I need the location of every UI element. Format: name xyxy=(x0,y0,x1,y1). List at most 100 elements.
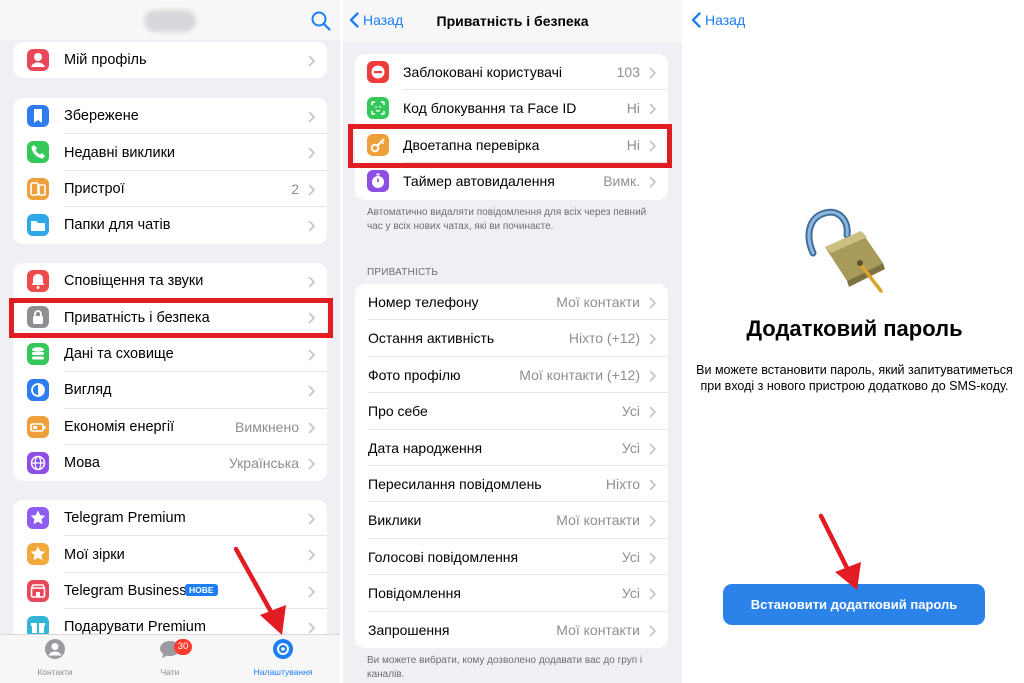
settings-row-phone[interactable]: Недавні виклики xyxy=(13,134,327,171)
chats-badge: 30 xyxy=(174,639,192,655)
faceid-icon xyxy=(367,97,389,120)
privacy-row[interactable]: Фото профілю Мої контакти (+12) xyxy=(355,357,668,394)
settings-row-bell[interactable]: Сповіщення та звуки xyxy=(13,263,327,300)
preferences-group: Сповіщення та звуки Приватність і безпека… xyxy=(13,263,327,482)
row-label: Мої зірки xyxy=(64,546,125,563)
settings-row-appearance[interactable]: Вигляд xyxy=(13,372,327,409)
bookmark-icon xyxy=(27,105,49,127)
chevron-right-icon xyxy=(649,405,657,418)
settings-row-battery[interactable]: Економія енергії Вимкнено xyxy=(13,409,327,445)
contacts-icon xyxy=(45,639,65,659)
timer-icon xyxy=(367,170,389,193)
privacy-row[interactable]: Дата народження Усі xyxy=(355,430,668,466)
row-label: Голосові повідомлення xyxy=(368,548,519,565)
row-label: Подарувати Premium xyxy=(64,619,206,636)
privacy-note: Ви можете вибрати, кому дозволено додава… xyxy=(367,655,643,680)
settings-panel: Мій профіль Збережене Недавні виклики Прис… xyxy=(0,0,340,683)
row-value: Ніхто xyxy=(605,475,640,492)
privacy-row[interactable]: Повідомлення Усі xyxy=(355,575,668,612)
row-value: Усі xyxy=(621,439,640,456)
page-title: Приватність і безпека xyxy=(436,13,589,29)
bell-icon xyxy=(27,270,49,292)
row-label: Економія енергії xyxy=(64,418,175,435)
settings-row-devices[interactable]: Пристрої 2 xyxy=(13,171,327,208)
battery-icon xyxy=(27,415,49,438)
row-value: 103 xyxy=(616,64,640,80)
row-value: Українська xyxy=(228,455,299,472)
row-value: 2 xyxy=(291,180,299,197)
row-label: Повідомлення xyxy=(368,585,461,602)
privacy-section-header: ПРИВАТНІСТЬ xyxy=(367,267,439,278)
star-icon xyxy=(27,543,49,566)
tab-contacts[interactable]: Контакти xyxy=(15,638,95,677)
row-label: Дані та сховище xyxy=(64,345,174,362)
appearance-icon xyxy=(27,379,49,402)
row-label: Фото профілю xyxy=(368,366,461,383)
row-value: Мої контакти xyxy=(556,621,640,638)
privacy-panel: Назад Приватність і безпека Заблоковані … xyxy=(343,0,682,683)
chevron-right-icon xyxy=(308,548,316,561)
chevron-right-icon xyxy=(308,146,316,159)
chevron-right-icon xyxy=(649,551,657,564)
row-label: Виклики xyxy=(368,512,422,529)
password-panel: Назад Додатковий пароль Ви можете встано… xyxy=(685,0,1024,683)
business-icon xyxy=(27,579,49,602)
privacy-row[interactable]: Пересилання повідомлень Ніхто xyxy=(355,466,668,503)
row-value: Вимк. xyxy=(603,173,640,190)
chevron-right-icon xyxy=(649,478,657,491)
row-label: Таймер автовидалення xyxy=(403,173,555,190)
chevron-right-icon xyxy=(649,587,657,600)
settings-row-database[interactable]: Дані та сховище xyxy=(13,336,327,373)
chevron-right-icon xyxy=(649,442,657,454)
page-title: Додатковий пароль xyxy=(746,316,963,341)
chevron-right-icon xyxy=(308,512,316,525)
privacy-row[interactable]: Запрошення Мої контакти xyxy=(355,612,668,648)
chevron-right-icon xyxy=(649,624,657,636)
settings-row-globe[interactable]: Мова Українська xyxy=(13,445,327,481)
row-label: Telegram Business xyxy=(64,582,187,599)
chevron-right-icon xyxy=(308,421,316,433)
search-icon[interactable] xyxy=(310,10,332,32)
row-value: Усі xyxy=(621,403,640,420)
row-value: Мої контакти xyxy=(556,512,640,529)
person-icon xyxy=(27,49,49,71)
chevron-right-icon xyxy=(649,369,657,382)
row-label: Мій профіль xyxy=(64,52,147,69)
security-note: Автоматично видаляти повідомлення для вс… xyxy=(367,207,647,232)
privacy-row[interactable]: Виклики Мої контакти xyxy=(355,502,668,539)
privacy-row[interactable]: Голосові повідомлення Усі xyxy=(355,539,668,576)
security-row[interactable]: Код блокування та Face ID Ні xyxy=(355,90,668,127)
row-label: Дата народження xyxy=(368,439,483,456)
row-label: Мова xyxy=(64,455,100,472)
blurred-account-name xyxy=(144,10,196,32)
privacy-row[interactable]: Номер телефону Мої контакти xyxy=(355,284,668,321)
highlight-privacy-row xyxy=(9,298,333,338)
database-icon xyxy=(27,342,49,365)
security-row[interactable]: Заблоковані користувачі 103 xyxy=(355,54,668,91)
back-button[interactable]: Назад xyxy=(691,12,745,28)
chevron-right-icon xyxy=(308,183,316,196)
row-label: Вигляд xyxy=(64,382,112,399)
profile-group: Мій профіль xyxy=(13,42,327,79)
row-label: Недавні виклики xyxy=(64,144,176,161)
chevron-right-icon xyxy=(308,219,316,232)
row-label: Папки для чатів xyxy=(64,217,171,234)
chevron-right-icon xyxy=(308,54,316,67)
settings-row-premium-star[interactable]: Telegram Premium xyxy=(13,500,327,537)
row-label: Остання активність xyxy=(368,330,495,347)
privacy-row[interactable]: Остання активність Ніхто (+12) xyxy=(355,320,668,357)
privacy-row[interactable]: Про себе Усі xyxy=(355,393,668,430)
security-row[interactable]: Таймер автовидалення Вимк. xyxy=(355,163,668,199)
row-value: Мої контакти xyxy=(556,294,640,310)
tab-chats[interactable]: 30 Чати xyxy=(130,638,210,677)
row-label: Telegram Premium xyxy=(64,510,186,527)
new-badge: НОВЕ xyxy=(185,583,218,596)
row-label: Пересилання повідомлень xyxy=(368,475,542,492)
row-label: Збережене xyxy=(64,108,139,125)
settings-row-bookmark[interactable]: Збережене xyxy=(13,98,327,135)
settings-row-person[interactable]: Мій профіль xyxy=(13,42,327,78)
row-label: Пристрої xyxy=(64,180,125,197)
phone-icon xyxy=(27,141,49,164)
settings-row-folder[interactable]: Папки для чатів xyxy=(13,207,327,243)
tab-settings[interactable]: Налаштування xyxy=(243,638,323,677)
